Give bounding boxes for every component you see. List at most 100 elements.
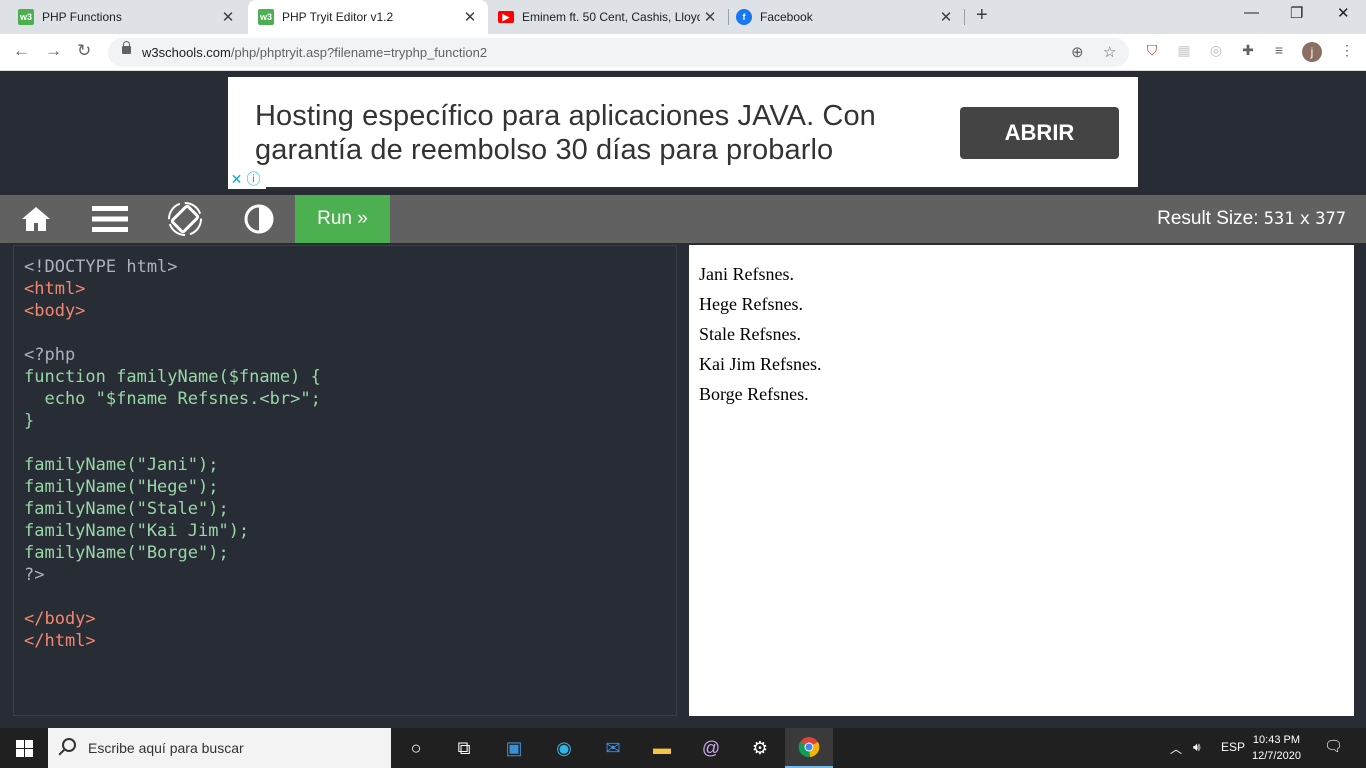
window-close-icon[interactable]: ✕ bbox=[1337, 4, 1350, 22]
address-bar[interactable]: w3schools.com/php/phptryit.asp?filename=… bbox=[108, 38, 1129, 67]
close-icon[interactable]: ✕ bbox=[460, 8, 480, 26]
chrome-icon[interactable] bbox=[785, 728, 833, 768]
url-host: w3schools.com bbox=[142, 45, 231, 60]
forward-icon[interactable]: → bbox=[45, 41, 62, 61]
tab-title: Eminem ft. 50 Cent, Cashis, Lloyd bbox=[522, 10, 700, 24]
clock-date: 12/7/2020 bbox=[1252, 750, 1301, 762]
windows-taskbar: Escribe aquí para buscar ○ ⧉ ▣ ◉ ✉ ▬ @ ⚙… bbox=[0, 728, 1366, 768]
lock-icon bbox=[122, 41, 131, 54]
code-line[interactable]: echo "$fname Refsnes.<br>"; bbox=[24, 388, 676, 410]
ad-banner[interactable]: Hosting específico para aplicaciones JAV… bbox=[228, 77, 1138, 189]
code-line[interactable]: </html> bbox=[24, 630, 676, 652]
windows-start-icon[interactable] bbox=[0, 728, 48, 768]
result-size: Result Size: 531 x 377 bbox=[1157, 208, 1346, 230]
reload-icon[interactable]: ↻ bbox=[77, 41, 91, 61]
language-indicator[interactable]: ESP bbox=[1221, 740, 1245, 754]
cortana-icon[interactable]: ○ bbox=[392, 728, 440, 768]
tab-title: Facebook bbox=[760, 10, 813, 24]
result-line: Kai Jim Refsnes. bbox=[699, 354, 822, 374]
tab-title: PHP Functions bbox=[42, 10, 122, 24]
settings-gear-icon[interactable]: ⚙ bbox=[736, 728, 784, 768]
close-icon[interactable]: ✕ bbox=[218, 8, 238, 26]
facebook-icon: f bbox=[736, 9, 752, 25]
home-icon[interactable] bbox=[6, 195, 66, 243]
file-explorer-icon[interactable]: ▬ bbox=[638, 728, 686, 768]
code-line[interactable]: familyName("Kai Jim"); bbox=[24, 520, 676, 542]
browser-toolbar: ← → ↻ w3schools.com/php/phptryit.asp?fil… bbox=[0, 34, 1366, 71]
ad-choices[interactable]: ✕ ⓘ bbox=[228, 171, 266, 189]
zoom-icon[interactable]: ⊕ bbox=[1071, 43, 1084, 61]
result-height: 377 bbox=[1315, 209, 1346, 229]
clock-time: 10:43 PM bbox=[1252, 734, 1301, 746]
close-icon[interactable]: ✕ bbox=[228, 171, 245, 188]
taskbar-search[interactable]: Escribe aquí para buscar bbox=[48, 728, 391, 768]
code-editor[interactable]: <!DOCTYPE html> <html> <body> <?php function… bbox=[13, 245, 677, 716]
close-icon[interactable]: ✕ bbox=[936, 8, 956, 26]
result-line: Hege Refsnes. bbox=[699, 294, 803, 314]
extension-icon[interactable]: ⛉ bbox=[1143, 42, 1161, 60]
code-line[interactable] bbox=[24, 432, 676, 454]
rotate-orientation-icon[interactable] bbox=[155, 195, 215, 243]
result-line: Stale Refsnes. bbox=[699, 324, 801, 344]
notifications-icon[interactable]: 🗨︎ bbox=[1324, 737, 1343, 755]
extension-icon[interactable]: ▦ bbox=[1175, 42, 1193, 60]
ad-open-button[interactable]: ABRIR bbox=[960, 107, 1119, 159]
code-line[interactable]: ?> bbox=[24, 564, 676, 586]
code-line[interactable]: <body> bbox=[24, 300, 676, 322]
code-line[interactable]: familyName("Stale"); bbox=[24, 498, 676, 520]
avatar[interactable]: j bbox=[1302, 42, 1322, 62]
code-line[interactable]: familyName("Hege"); bbox=[24, 476, 676, 498]
editor-toolbar: Run » Result Size: 531 x 377 bbox=[0, 195, 1366, 243]
menu-icon[interactable] bbox=[80, 195, 140, 243]
w3schools-icon: w3 bbox=[258, 9, 274, 25]
volume-icon[interactable]: 🔊︎ bbox=[1193, 740, 1201, 755]
task-view-icon[interactable]: ⧉ bbox=[440, 728, 488, 768]
tab-php-tryit-editor[interactable]: w3 PHP Tryit Editor v1.2 ✕ bbox=[248, 0, 488, 34]
clock[interactable]: 10:43 PM 12/7/2020 bbox=[1252, 732, 1301, 764]
result-line: Borge Refsnes. bbox=[699, 384, 809, 404]
ad-text[interactable]: Hosting específico para aplicaciones JAV… bbox=[255, 99, 935, 167]
tab-php-functions[interactable]: w3 PHP Functions ✕ bbox=[0, 0, 246, 34]
app-icon[interactable]: @ bbox=[687, 728, 735, 768]
ad-divider bbox=[266, 187, 1138, 189]
result-size-label: Result Size: bbox=[1157, 208, 1259, 229]
result-width: 531 bbox=[1263, 209, 1295, 229]
store-icon[interactable]: ▣ bbox=[490, 728, 538, 768]
extension-icon[interactable]: ◎ bbox=[1207, 42, 1225, 60]
code-line[interactable] bbox=[24, 586, 676, 608]
code-line[interactable]: <?php bbox=[24, 344, 676, 366]
code-line[interactable]: } bbox=[24, 410, 676, 432]
minimize-icon[interactable]: — bbox=[1244, 4, 1259, 21]
code-line[interactable]: familyName("Jani"); bbox=[24, 454, 676, 476]
code-line[interactable] bbox=[24, 322, 676, 344]
code-line[interactable]: familyName("Borge"); bbox=[24, 542, 676, 564]
run-button[interactable]: Run » bbox=[295, 195, 390, 243]
puzzle-extensions-icon[interactable]: ✚ bbox=[1239, 42, 1257, 60]
url-path: /php/phptryit.asp?filename=tryphp_functi… bbox=[230, 45, 488, 60]
edge-icon[interactable]: ◉ bbox=[540, 728, 588, 768]
tab-youtube[interactable]: ▶ Eminem ft. 50 Cent, Cashis, Lloyd ✕ bbox=[488, 0, 728, 34]
mail-icon[interactable]: ✉ bbox=[589, 728, 637, 768]
w3schools-icon: w3 bbox=[18, 9, 34, 25]
info-icon[interactable]: ⓘ bbox=[245, 171, 262, 188]
code-line[interactable]: </body> bbox=[24, 608, 676, 630]
tab-facebook[interactable]: f Facebook ✕ bbox=[728, 0, 964, 34]
search-placeholder: Escribe aquí para buscar bbox=[88, 740, 244, 756]
media-control-icon[interactable]: ≡ bbox=[1270, 42, 1288, 60]
chevron-up-icon[interactable]: ︿ bbox=[1170, 740, 1182, 757]
code-line[interactable]: <html> bbox=[24, 278, 676, 300]
close-icon[interactable]: ✕ bbox=[700, 8, 720, 26]
result-line: Jani Refsnes. bbox=[699, 264, 794, 284]
code-line[interactable]: <!DOCTYPE html> bbox=[24, 256, 676, 278]
result-x: x bbox=[1299, 209, 1310, 229]
tab-bar: w3 PHP Functions ✕ w3 PHP Tryit Editor v… bbox=[0, 0, 1366, 34]
menu-kebab-icon[interactable]: ⋮ bbox=[1338, 42, 1356, 60]
restore-icon[interactable]: ❐ bbox=[1290, 4, 1303, 22]
bookmark-star-icon[interactable]: ☆ bbox=[1103, 43, 1116, 61]
theme-contrast-icon[interactable] bbox=[229, 195, 289, 243]
back-icon[interactable]: ← bbox=[13, 41, 30, 61]
url-text[interactable]: w3schools.com/php/phptryit.asp?filename=… bbox=[142, 45, 487, 60]
code-line[interactable]: function familyName($fname) { bbox=[24, 366, 676, 388]
new-tab-icon[interactable]: + bbox=[976, 4, 988, 27]
tab-separator bbox=[964, 9, 965, 25]
